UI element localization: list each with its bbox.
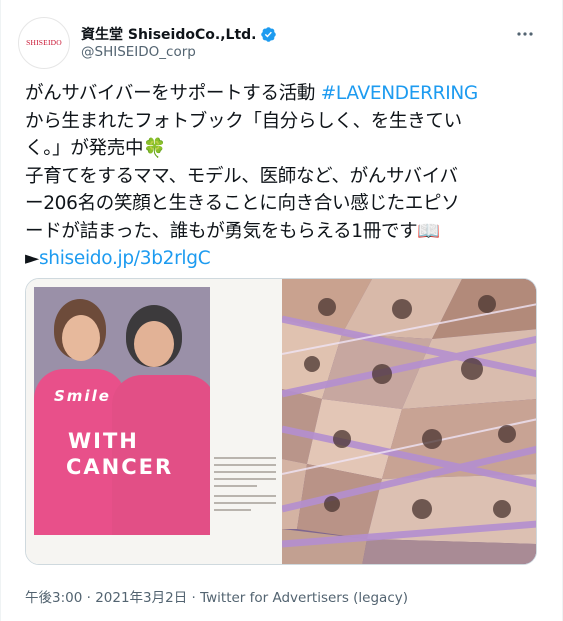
tweet-line-5: ー206名の笑顔と生きることに向き合い感じたエピソ xyxy=(25,193,460,214)
photobook-right-page-collage xyxy=(282,279,536,564)
more-options-icon[interactable] xyxy=(515,24,535,44)
page-body-text-lines xyxy=(214,457,276,527)
tweet-text: がんサバイバーをサポートする活動 #LAVENDERRING から生まれたフォト… xyxy=(25,80,555,273)
author-name-row[interactable]: 資生堂 ShiseidoCo.,Ltd. xyxy=(81,24,277,44)
author-handle[interactable]: @SHISEIDO_corp xyxy=(81,44,196,60)
tweet-line-3: く。」が発売中🍀 xyxy=(25,138,166,159)
avatar[interactable]: SHISEIDO xyxy=(18,17,70,69)
url-link[interactable]: shiseido.jp/3b2rlgC xyxy=(39,248,211,269)
tweet-line-4: 子育てをするママ、モデル、医師など、がんサバイバ xyxy=(25,165,458,187)
photobook-left-page: Smile WITH CANCER xyxy=(26,279,282,564)
photo-collage xyxy=(282,279,536,564)
tweet-line-7: ►shiseido.jp/3b2rlgC xyxy=(25,245,555,273)
person-face xyxy=(134,321,174,367)
tweet-line-6: ードが詰まった、誰もが勇気をもらえる1冊です📖 xyxy=(25,220,441,242)
tweet-card: SHISEIDO 資生堂 ShiseidoCo.,Ltd. @SHISEIDO_… xyxy=(0,0,563,621)
tweet-media-photo[interactable]: Smile WITH CANCER xyxy=(25,278,537,565)
shirt-text-with: WITH xyxy=(68,429,139,453)
person-face xyxy=(62,315,100,361)
shirt-text-smile: Smile xyxy=(54,387,111,405)
arrow-icon: ► xyxy=(25,248,39,269)
verified-badge-icon xyxy=(261,26,277,42)
cover-photo: Smile WITH CANCER xyxy=(34,287,210,535)
shirt-text-cancer: CANCER xyxy=(66,455,174,479)
display-name[interactable]: 資生堂 ShiseidoCo.,Ltd. xyxy=(81,24,256,44)
tweet-line-1-text: がんサバイバーをサポートする活動 xyxy=(25,83,321,104)
avatar-logo-text: SHISEIDO xyxy=(26,38,62,47)
tweet-timestamp[interactable]: 午後3:00 · 2021年3月2日 · Twitter for Adverti… xyxy=(25,586,408,606)
hashtag-link[interactable]: #LAVENDERRING xyxy=(321,83,479,104)
tweet-line-1: がんサバイバーをサポートする活動 #LAVENDERRING xyxy=(25,80,555,108)
tweet-line-2: から生まれたフォトブック「自分らしく、を生きてい xyxy=(25,110,462,132)
